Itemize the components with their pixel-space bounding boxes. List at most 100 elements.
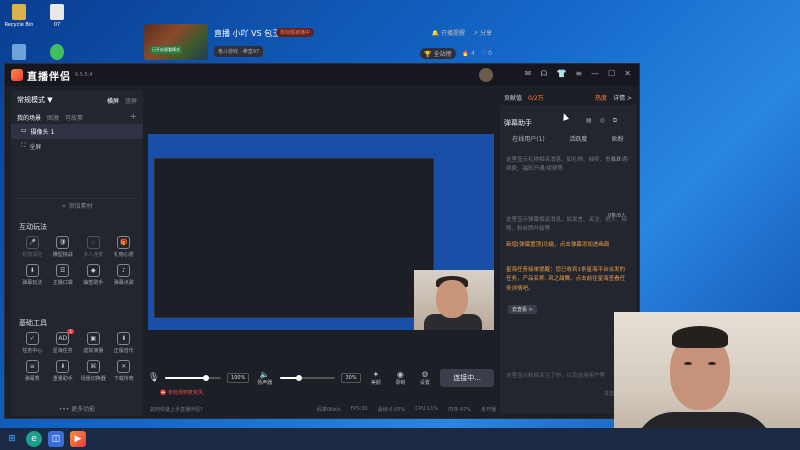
live-reminder-button[interactable]: 🔔 开播提醒 bbox=[432, 28, 465, 37]
tab-online-users[interactable]: 在线用户(1) bbox=[512, 134, 545, 143]
mode-select[interactable]: 常规模式 ▼ bbox=[17, 95, 53, 105]
connect-button[interactable]: 连接中... bbox=[440, 369, 494, 387]
audio-controls: 🎙 100% 🔈 扬声器 30% ✦ 美颜 ◉ 录制 ⚙ 设置 连接中... bbox=[148, 364, 494, 392]
avatar[interactable] bbox=[479, 68, 493, 82]
tile-label: 任务中心 bbox=[22, 348, 43, 354]
minimize-icon[interactable]: — bbox=[591, 69, 599, 78]
tab-scene-2[interactable]: 图激 bbox=[47, 113, 59, 122]
store-icon[interactable]: ◫ bbox=[48, 431, 64, 447]
tool-1[interactable]: AD 1 星海任务 bbox=[48, 329, 79, 354]
message-gift-hint: 这里显示礼物相关消息，如礼物、抽奖、贵族开通/续费、福彩开通/续费等 bbox=[506, 157, 629, 173]
tile-3[interactable]: 🎁 礼物心愿 bbox=[109, 236, 140, 258]
stream-title[interactable]: 直播 小吖 VS 包王 bbox=[214, 28, 280, 39]
detail-link[interactable]: 详情 > bbox=[613, 93, 632, 102]
tool-6[interactable]: ⌘ 场景切换器 bbox=[78, 360, 109, 382]
button-label: 美颜 bbox=[370, 380, 381, 386]
record-button[interactable]: ◉ 录制 bbox=[391, 370, 410, 386]
headset-icon[interactable]: ☊ bbox=[540, 69, 547, 78]
live-companion-taskbar-icon[interactable]: ▶ bbox=[70, 431, 86, 447]
add-scene-button[interactable]: + bbox=[129, 112, 137, 122]
recycle-bin-icon bbox=[12, 4, 26, 20]
preview-nested-window bbox=[154, 158, 434, 318]
gift-icon: 🎁 bbox=[117, 236, 131, 249]
tile-1[interactable]: 🛡 横型挑战 bbox=[48, 236, 79, 258]
menu-icon[interactable]: ≡ bbox=[575, 69, 582, 78]
rank-label: 全站榜 bbox=[433, 51, 452, 58]
message-icon[interactable]: ✉ bbox=[525, 69, 532, 78]
tile-label: 正版音乐 bbox=[113, 348, 134, 354]
microphone-icon[interactable]: 🎙 bbox=[148, 373, 159, 383]
beauty-button[interactable]: ✦ 美颜 bbox=[367, 370, 386, 386]
likes-count: 🔥 4 bbox=[462, 50, 475, 57]
tile-label: 弹幕点歌 bbox=[113, 280, 134, 286]
tile-4[interactable]: ⬇ 弹幕玩法 bbox=[17, 264, 48, 286]
settings-button[interactable]: ⚙ 设置 bbox=[416, 370, 435, 386]
desktop-icon-wechat[interactable] bbox=[40, 44, 74, 62]
windows-start-icon[interactable]: ⊞ bbox=[4, 431, 20, 447]
desktop-icon-recycle[interactable]: Recycle Bin bbox=[2, 4, 36, 28]
close-icon[interactable]: ✕ bbox=[624, 69, 631, 78]
desktop-icon-label: 07 bbox=[53, 22, 61, 28]
tile-label: 场景切换器 bbox=[80, 376, 106, 382]
tab-landscape[interactable]: 横屏 bbox=[107, 96, 119, 105]
speaker-volume-slider[interactable] bbox=[279, 375, 336, 381]
popout-icon[interactable]: ⧉ bbox=[613, 117, 617, 125]
category-pill[interactable]: 格斗游戏 · 拳皇97 bbox=[214, 46, 264, 57]
source-item-camera[interactable]: ▭ 摄像头 1 bbox=[11, 124, 143, 139]
tab-my-scenes[interactable]: 我的场景 bbox=[17, 113, 41, 122]
mic-volume-slider[interactable] bbox=[165, 375, 222, 381]
goto-button[interactable]: 去查看 > bbox=[508, 305, 537, 314]
app-logo-icon bbox=[11, 69, 23, 81]
speaker-volume-value[interactable]: 30% bbox=[341, 373, 361, 383]
left-panel: 常规模式 ▼ 横屏 竖屏 我的场景 图激 可故素 + ▭ 摄像头 1 ⛶ 全屏 … bbox=[11, 90, 143, 416]
share-button[interactable]: ↗ 分享 bbox=[473, 28, 492, 37]
status-bitrate: 码率0kb/s bbox=[316, 406, 341, 413]
cover-tag: 已开启观看模式 bbox=[150, 46, 182, 54]
tool-0[interactable]: ✓ 任务中心 bbox=[17, 332, 48, 354]
tab-activity[interactable]: 活跃度 bbox=[569, 134, 587, 143]
tile-2[interactable]: ⚔ 多人连麦 bbox=[78, 236, 109, 258]
add-source-button[interactable]: + 添加素材 bbox=[17, 198, 137, 212]
settings-icon[interactable]: ◎ bbox=[600, 117, 605, 125]
stream-preview[interactable] bbox=[148, 134, 494, 330]
tool-7[interactable]: ✕ 下载传奇 bbox=[109, 360, 140, 382]
edge-browser-icon[interactable]: e bbox=[26, 431, 42, 447]
mic-volume-value[interactable]: 100% bbox=[227, 373, 250, 383]
tool-4[interactable]: ≡ 弹幕秀 bbox=[17, 360, 48, 382]
tile-7[interactable]: ♪ 弹幕点歌 bbox=[109, 264, 140, 286]
interactive-title: 互动玩法 bbox=[19, 223, 47, 231]
rank-pill[interactable]: 🏆 全站榜 bbox=[420, 48, 456, 59]
shirt-icon[interactable]: 👕 bbox=[556, 69, 566, 78]
stream-cover[interactable] bbox=[144, 24, 208, 60]
help-link[interactable]: 如何快速上手直播伴侣? bbox=[150, 406, 203, 413]
tab-fans[interactable]: 贴粉 bbox=[612, 134, 624, 143]
record-icon: ◉ bbox=[396, 370, 404, 379]
desktop-icon-computer[interactable] bbox=[2, 44, 36, 62]
tile-label: 主播口袋 bbox=[52, 280, 73, 286]
contrib-label: 贡献值 bbox=[504, 94, 523, 102]
stream-header: 已开启观看模式 直播 小吖 VS 包王 靠标题被播中 格斗游戏 · 拳皇97 🔔… bbox=[144, 24, 496, 66]
send-button[interactable]: 发送 bbox=[604, 390, 614, 397]
preview-camera bbox=[414, 270, 494, 330]
tools-title: 基础工具 bbox=[19, 319, 47, 327]
maximize-icon[interactable]: ☐ bbox=[608, 69, 615, 78]
more-functions-button[interactable]: ••• 更多功能 bbox=[17, 404, 137, 413]
warning-icon: ⛔ bbox=[160, 390, 167, 396]
tab-scene-3[interactable]: 可故素 bbox=[65, 113, 83, 122]
tab-portrait[interactable]: 竖屏 bbox=[125, 96, 137, 105]
filter-icon[interactable]: ▤ bbox=[586, 117, 592, 125]
tile-6[interactable]: ◆ 抽签助手 bbox=[78, 264, 109, 286]
likes-value: 4 bbox=[471, 50, 475, 57]
tile-0[interactable]: 🎤 轮鼓探险 bbox=[17, 236, 48, 258]
desktop-icon-file[interactable]: 07 bbox=[40, 4, 74, 28]
tile-5[interactable]: ☰ 主播口袋 bbox=[48, 264, 79, 286]
tool-5[interactable]: ⬇ 重量助手 bbox=[48, 360, 79, 382]
sparkle-icon: ✦ bbox=[372, 370, 380, 379]
mic-error-message: ⛔ 未检测到麦克风 bbox=[160, 389, 203, 396]
tool-2[interactable]: ▣ 虚拟演播 bbox=[78, 332, 109, 354]
studio-icon: ▣ bbox=[86, 332, 100, 345]
speaker-button[interactable]: 🔈 扬声器 bbox=[255, 370, 274, 386]
tool-3[interactable]: ⬇ 正版音乐 bbox=[109, 332, 140, 354]
status-cpu: CPU:11% bbox=[415, 406, 439, 412]
source-item-fullscreen[interactable]: ⛶ 全屏 bbox=[11, 139, 143, 154]
